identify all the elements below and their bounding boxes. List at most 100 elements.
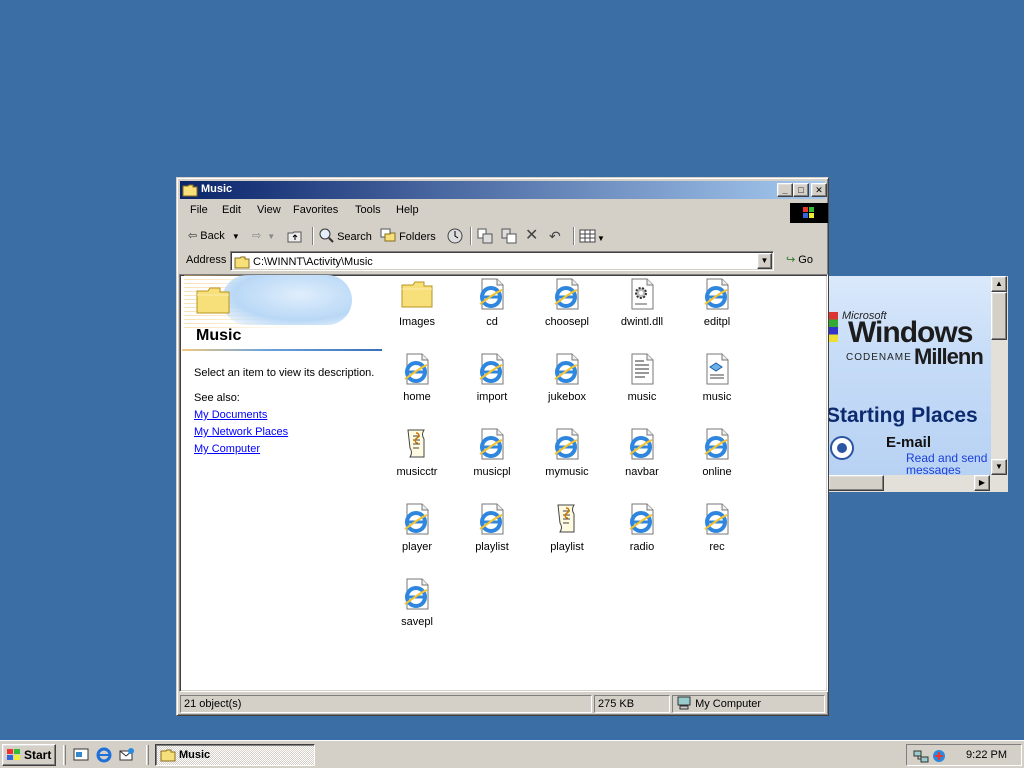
clock[interactable]: 9:22 PM (966, 749, 1007, 761)
undo-button[interactable]: ↶ (549, 227, 561, 245)
back-dropdown-icon[interactable]: ▼ (232, 232, 240, 241)
status-zone-label: My Computer (695, 698, 762, 710)
folder-content-area[interactable]: Music Select an item to view its descrip… (179, 274, 828, 692)
address-dropdown-icon[interactable]: ▼ (757, 253, 772, 269)
file-item[interactable]: player (384, 503, 450, 565)
file-item[interactable]: playlist (459, 503, 525, 565)
delete-button[interactable]: ✕ (525, 227, 538, 245)
file-item[interactable]: editpl (684, 278, 750, 340)
forward-dropdown-icon[interactable]: ▼ (267, 232, 275, 241)
menu-view[interactable]: View (257, 204, 281, 216)
close-button[interactable]: ✕ (811, 183, 827, 197)
menu-help[interactable]: Help (396, 204, 419, 216)
back-arrow-icon: ⇦ (188, 230, 198, 242)
script-icon (401, 428, 433, 460)
file-name: musicpl (473, 466, 511, 478)
network-icon[interactable] (913, 748, 929, 764)
horizontal-scrollbar[interactable]: ▶ (828, 475, 1008, 492)
file-item[interactable]: choosepl (534, 278, 600, 340)
start-label: Start (24, 748, 52, 762)
email-icon[interactable] (830, 436, 854, 460)
undo-icon: ↶ (549, 228, 561, 244)
background-welcome-window[interactable]: Microsoft Windows CODENAME Millenn Start… (828, 276, 1008, 492)
file-item[interactable]: savepl (384, 578, 450, 640)
views-button[interactable]: ▼ (579, 227, 605, 245)
file-name: cd (486, 316, 498, 328)
menu-favorites[interactable]: Favorites (293, 204, 338, 216)
taskbar-window-music[interactable]: Music (155, 744, 315, 766)
file-item[interactable]: import (459, 353, 525, 415)
scroll-up-arrow-icon[interactable]: ▲ (991, 276, 1007, 292)
file-item[interactable]: dwintl.dll (609, 278, 675, 340)
scroll-thumb-horizontal[interactable] (828, 475, 884, 491)
file-item[interactable]: jukebox (534, 353, 600, 415)
file-name: navbar (625, 466, 659, 478)
email-title[interactable]: E-mail (886, 434, 931, 451)
address-field[interactable]: C:\WINNT\Activity\Music ▼ (230, 251, 774, 271)
taskbar-grip[interactable] (146, 745, 149, 765)
ie-html-icon (476, 353, 508, 385)
taskbar: Start Music 9:22 PM (0, 740, 1024, 768)
maximize-button[interactable]: □ (793, 183, 809, 197)
email-description-link[interactable]: Read and send messages (906, 452, 991, 476)
file-item[interactable]: musicctr (384, 428, 450, 490)
menu-bar: File Edit View Favorites Tools Help (180, 201, 828, 223)
file-item[interactable]: mymusic (534, 428, 600, 490)
file-item[interactable]: navbar (609, 428, 675, 490)
taskbar-grip[interactable] (63, 745, 66, 765)
file-item[interactable]: online (684, 428, 750, 490)
search-button[interactable]: Search (318, 227, 372, 245)
title-bar[interactable]: Music _ □ ✕ (180, 181, 827, 199)
ie-html-icon (476, 278, 508, 310)
minimize-button[interactable]: _ (777, 183, 793, 197)
file-item[interactable]: radio (609, 503, 675, 565)
volume-icon[interactable] (931, 748, 947, 764)
link-my-network-places[interactable]: My Network Places (194, 426, 288, 438)
starting-places-heading: Starting Places (828, 404, 978, 427)
outlook-express-icon[interactable] (119, 747, 135, 763)
address-input[interactable]: C:\WINNT\Activity\Music (253, 256, 373, 268)
file-name: Images (398, 316, 436, 328)
ie-html-icon (476, 503, 508, 535)
scroll-right-arrow-icon[interactable]: ▶ (974, 475, 990, 491)
history-button[interactable] (446, 227, 464, 245)
menu-file[interactable]: File (190, 204, 208, 216)
move-to-button[interactable] (476, 227, 494, 245)
back-button[interactable]: ⇦ Back ▼ (188, 227, 240, 245)
forward-button[interactable]: ⇨ ▼ (252, 227, 275, 245)
start-button[interactable]: Start (2, 744, 56, 766)
internet-explorer-icon[interactable] (96, 747, 112, 763)
file-item[interactable]: cd (459, 278, 525, 340)
move-to-icon (477, 228, 493, 244)
file-name: playlist (475, 541, 509, 553)
file-icon-grid: Images cd choosepl dwintl.dll editpl home impo… (384, 275, 829, 693)
file-name: import (476, 391, 508, 403)
link-my-documents[interactable]: My Documents (194, 409, 267, 421)
show-desktop-icon[interactable] (73, 747, 89, 763)
scroll-thumb[interactable] (991, 292, 1007, 340)
explorer-window[interactable]: Music _ □ ✕ File Edit View Favorites Too… (176, 177, 829, 716)
copy-to-button[interactable] (500, 227, 518, 245)
scroll-down-arrow-icon[interactable]: ▼ (991, 459, 1007, 475)
file-name: playlist (550, 541, 584, 553)
status-size: 275 KB (594, 695, 670, 713)
vertical-scrollbar[interactable]: ▲ ▼ (991, 276, 1008, 492)
file-item[interactable]: musicpl (459, 428, 525, 490)
folder-icon (182, 184, 198, 197)
search-icon (319, 228, 334, 243)
menu-edit[interactable]: Edit (222, 204, 241, 216)
menu-tools[interactable]: Tools (355, 204, 381, 216)
file-item[interactable]: home (384, 353, 450, 415)
file-item[interactable]: playlist (534, 503, 600, 565)
file-item[interactable]: Images (384, 278, 450, 340)
ie-html-icon (626, 503, 658, 535)
up-folder-button[interactable] (286, 227, 304, 245)
standard-toolbar: ⇦ Back ▼ ⇨ ▼ Search Folders ✕ ↶ ▼ (180, 224, 825, 248)
go-button[interactable]: ↪ Go (786, 251, 824, 271)
file-item[interactable]: music (609, 353, 675, 415)
folders-button[interactable]: Folders (380, 227, 436, 245)
file-item[interactable]: rec (684, 503, 750, 565)
views-dropdown-icon[interactable]: ▼ (597, 234, 605, 243)
file-item[interactable]: music (684, 353, 750, 415)
link-my-computer[interactable]: My Computer (194, 443, 260, 455)
